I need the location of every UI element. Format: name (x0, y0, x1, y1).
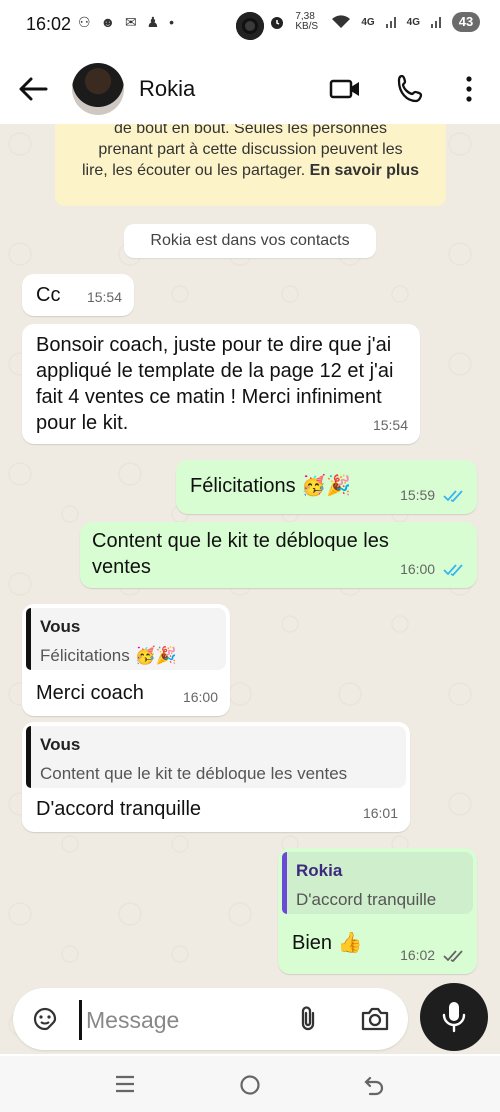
wifi-icon (332, 15, 351, 28)
message-bubble-incoming[interactable]: Bonsoir coach, juste pour te dire que j'… (22, 324, 420, 444)
message-time: 16:02 (400, 942, 465, 968)
video-call-icon[interactable] (328, 72, 362, 106)
signal-icon-1 (385, 17, 396, 28)
phone-icon[interactable] (394, 72, 428, 106)
quote-text: Content que le kit te débloque les vente… (40, 764, 348, 783)
notification-icons: ⚇ ☻ ✉ ♟ • (78, 14, 178, 30)
mic-icon (442, 1002, 466, 1033)
learn-more-link[interactable]: En savoir plus (310, 162, 419, 179)
read-ticks-icon (443, 490, 463, 503)
quote-text: Félicitations 🥳🎉 (40, 646, 177, 665)
contact-info-pill: Rokia est dans vos contacts (124, 224, 376, 258)
signal-2-label: 4G (406, 16, 420, 28)
back-arrow-icon[interactable] (16, 74, 50, 104)
alarm-icon (271, 17, 284, 29)
nav-back-icon[interactable] (362, 1073, 386, 1097)
emoji-sticker-icon[interactable] (31, 1005, 59, 1033)
delivered-ticks-icon (443, 950, 463, 963)
system-nav-bar (0, 1056, 500, 1112)
status-time: 16:02 (26, 14, 72, 34)
signal-icon-2 (431, 17, 441, 28)
notice-line-2: prenant part à cette discussion peuvent … (98, 141, 403, 158)
message-bubble-outgoing[interactable]: Content que le kit te débloque les vente… (80, 522, 477, 588)
quote-text: D'accord tranquille (296, 890, 437, 909)
message-text: Bonsoir coach, juste pour te dire que j'… (36, 334, 394, 434)
status-right: 7,38 KB/S 4G 4G 43 (269, 12, 480, 32)
chat-header: Rokia (0, 52, 500, 124)
mic-button[interactable] (420, 983, 488, 1051)
message-time: 15:54 (86, 289, 122, 305)
attach-icon[interactable] (293, 1004, 323, 1034)
quoted-message[interactable]: Vous Félicitations 🥳🎉 (26, 608, 226, 670)
camera-icon[interactable] (359, 1004, 391, 1034)
message-time: 16:00 (400, 556, 465, 582)
message-text: D'accord tranquille (36, 798, 202, 820)
quote-author: Rokia (296, 861, 343, 880)
chat-area[interactable]: de bout en bout. Seules les personnes pr… (0, 124, 500, 1054)
quote-author: Vous (40, 735, 81, 754)
recent-apps-icon[interactable] (114, 1074, 136, 1094)
contact-avatar[interactable] (72, 63, 124, 115)
net-speed: 7,38 KB/S (295, 11, 319, 32)
notice-line-1: de bout en bout. Seules les personnes (113, 124, 388, 137)
battery-indicator: 43 (452, 12, 480, 32)
message-text: Content que le kit te débloque les vente… (92, 530, 389, 578)
quoted-message[interactable]: Vous Content que le kit te débloque les … (26, 726, 406, 788)
home-icon[interactable] (238, 1073, 262, 1097)
message-time: 15:54 (372, 417, 408, 433)
message-time: 16:01 (362, 805, 398, 821)
message-bubble-outgoing[interactable]: Rokia D'accord tranquille Bien 👍 16:02 (278, 848, 477, 974)
quoted-message[interactable]: Rokia D'accord tranquille (282, 852, 473, 914)
contact-name[interactable]: Rokia (139, 76, 195, 102)
notice-line-3: lire, les écouter ou les partager. (81, 162, 306, 179)
more-vert-icon[interactable] (452, 72, 486, 106)
signal-1-label: 4G (361, 16, 375, 28)
message-bubble-incoming[interactable]: Vous Content que le kit te débloque les … (22, 722, 410, 832)
message-text: Merci coach (36, 682, 144, 704)
message-text: Bien 👍 (292, 932, 363, 954)
message-text: Cc (36, 284, 61, 306)
message-text: Félicitations 🥳🎉 (190, 475, 351, 497)
quote-author: Vous (40, 617, 81, 636)
front-camera (236, 12, 264, 40)
message-time: 16:00 (182, 689, 218, 705)
status-bar: 16:02 ⚇ ☻ ✉ ♟ • 7,38 KB/S 4G 4G 43 (0, 0, 500, 52)
composer-bar (0, 978, 500, 1062)
message-input[interactable] (79, 1000, 288, 1040)
message-bubble-incoming[interactable]: Cc 15:54 (22, 274, 134, 316)
message-bubble-outgoing[interactable]: Félicitations 🥳🎉 15:59 (176, 460, 477, 514)
composer-pill (13, 988, 408, 1050)
message-bubble-incoming[interactable]: Vous Félicitations 🥳🎉 Merci coach 16:00 (22, 604, 230, 716)
message-time: 15:59 (400, 482, 465, 508)
encryption-notice: de bout en bout. Seules les personnes pr… (55, 124, 446, 206)
read-ticks-icon (443, 564, 463, 577)
